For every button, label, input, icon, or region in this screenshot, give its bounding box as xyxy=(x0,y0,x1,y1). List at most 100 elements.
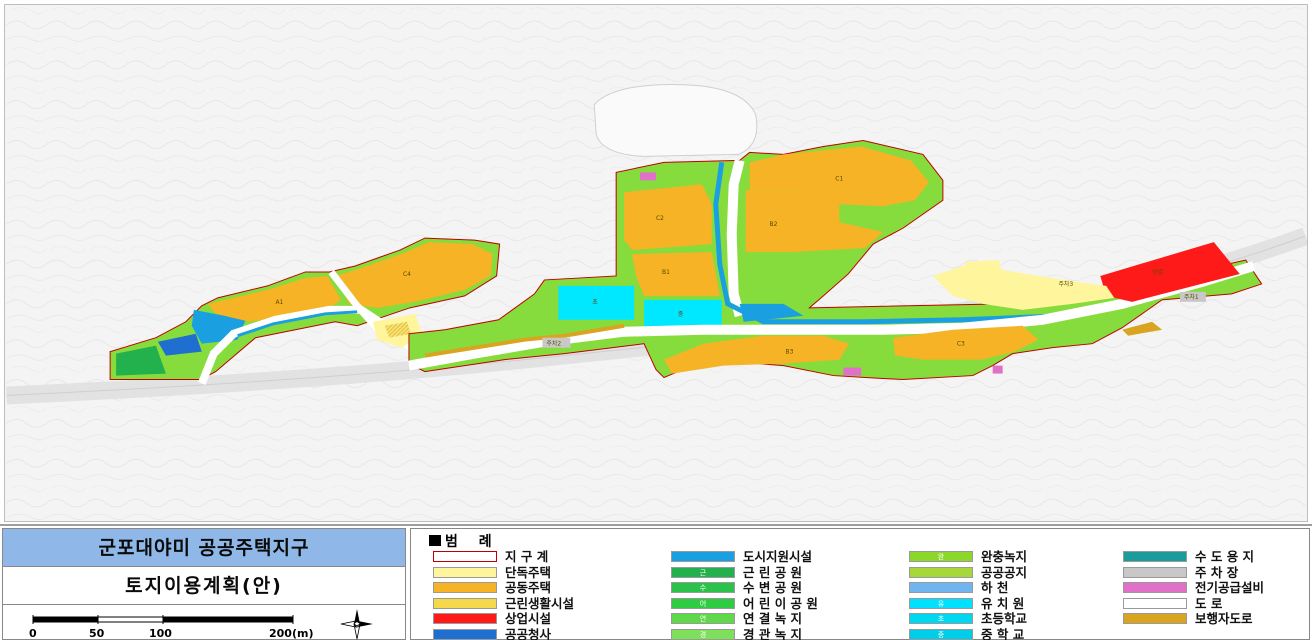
legend-swatch xyxy=(433,628,497,640)
legend-label: 수 변 공 원 xyxy=(743,580,803,596)
legend-label: 주 차 장 xyxy=(1195,564,1239,580)
legend-label: 도시지원시설 xyxy=(743,549,813,564)
legend-item: 하 천 xyxy=(909,580,1109,596)
legend-item: 중중 학 교 xyxy=(909,627,1109,640)
legend: 범 례 지 구 계 단독주택 공동주택 근린생활시설 상업시설 공공청사 도시지원시설 근 근 … xyxy=(410,528,1310,640)
scale-bar-area: 0 50 100 200(m) xyxy=(3,605,405,640)
legend-swatch xyxy=(433,597,497,609)
legend-swatch xyxy=(433,566,497,578)
parcel-C2 xyxy=(624,184,712,251)
legend-label: 초등학교 xyxy=(981,611,1028,627)
legend-swatch: 완 xyxy=(909,551,973,562)
reservoir xyxy=(593,84,758,157)
legend-label: 상업시설 xyxy=(505,611,552,627)
north-arrow-icon xyxy=(340,609,373,640)
legend-item: 근근 린 공 원 xyxy=(671,565,871,581)
legend-label: 지 구 계 xyxy=(505,549,549,564)
legend-item: 단독주택 xyxy=(433,565,633,581)
legend-item: 도 로 xyxy=(1123,596,1312,612)
legend-label: 연 결 녹 지 xyxy=(743,611,803,627)
legend-swatch: 수 xyxy=(671,582,735,594)
legend-swatch xyxy=(1123,566,1187,578)
parcel-B1 xyxy=(632,252,720,296)
legend-label: 보행자도로 xyxy=(1195,611,1253,627)
legend-item: 수 도 용 지 xyxy=(1123,549,1312,565)
label-elementary: 초 xyxy=(592,299,598,306)
legend-item: 연연 결 녹 지 xyxy=(671,611,871,627)
label-B1: B1 xyxy=(662,269,670,276)
legend-label: 경 관 녹 지 xyxy=(743,626,803,640)
land-use-map[interactable]: A1 C4 C2 B1 B2 C1 B3 C3 초 중 상업 주차1 주차2 주… xyxy=(4,4,1308,522)
legend-swatch: 중 xyxy=(909,628,973,640)
legend-item: 공동주택 xyxy=(433,580,633,596)
legend-swatch xyxy=(433,551,497,562)
legend-label: 어 린 이 공 원 xyxy=(743,595,818,611)
legend-heading-text: 범 례 xyxy=(445,534,500,550)
legend-swatch xyxy=(1123,613,1187,625)
legend-item: 상업시설 xyxy=(433,611,633,627)
legend-swatch xyxy=(1123,597,1187,609)
legend-label: 공공공지 xyxy=(981,564,1028,580)
legend-label: 공동주택 xyxy=(505,580,552,596)
legend-label: 수 도 용 지 xyxy=(1195,549,1255,564)
legend-item: 보행자도로 xyxy=(1123,611,1312,627)
legend-item: 수수 변 공 원 xyxy=(671,580,871,596)
label-B3: B3 xyxy=(785,349,793,356)
legend-swatch: 연 xyxy=(671,613,735,625)
label-C4: C4 xyxy=(403,271,411,278)
scale-label-100: 100 xyxy=(149,627,172,640)
label-A1: A1 xyxy=(275,299,283,306)
legend-item: 초 초등학교 xyxy=(909,611,1109,627)
legend-swatch: 초 xyxy=(909,613,973,625)
title-block: 군포대야미 공공주택지구 토지이용계획(안) 0 50 100 200(m) xyxy=(2,528,406,640)
legend-item: 공공청사 xyxy=(433,627,633,640)
legend-label: 유 치 원 xyxy=(981,595,1025,611)
map-canvas: A1 C4 C2 B1 B2 C1 B3 C3 초 중 상업 주차1 주차2 주… xyxy=(6,5,1307,521)
label-C3: C3 xyxy=(957,341,965,348)
legend-column-1: 지 구 계 단독주택 공동주택 근린생활시설 상업시설 공공청사 xyxy=(433,549,633,640)
legend-item: 도시지원시설 xyxy=(671,549,871,565)
legend-swatch xyxy=(1123,551,1187,562)
legend-column-4: 수 도 용 지주 차 장 전기공급설비 도 로 보행자도로 xyxy=(1123,549,1312,627)
label-parking1: 주차1 xyxy=(1184,293,1199,301)
legend-swatch xyxy=(433,613,497,625)
legend-swatch: 경 xyxy=(671,628,735,640)
legend-swatch xyxy=(909,582,973,594)
legend-column-2: 도시지원시설 근 근 린 공 원수 수 변 공 원어 어 린 이 공 원연 연 결 녹 지… xyxy=(671,549,871,640)
legend-item: 어어 린 이 공 원 xyxy=(671,596,871,612)
legend-swatch xyxy=(909,566,973,578)
legend-column-3: 완 완충녹지 공공공지 하 천유 유 치 원초 초등학교중 중 학 교 xyxy=(909,549,1109,640)
scale-label-50: 50 xyxy=(89,627,105,640)
plan-title: 토지이용계획(안) xyxy=(3,567,405,605)
legend-swatch xyxy=(433,582,497,594)
legend-label: 완충녹지 xyxy=(981,549,1028,564)
legend-swatch: 어 xyxy=(671,597,735,609)
legend-swatch xyxy=(1123,582,1187,594)
legend-swatch xyxy=(671,551,735,562)
legend-label: 근 린 공 원 xyxy=(743,564,803,580)
scale-label-0: 0 xyxy=(29,627,37,640)
label-parking3: 주차3 xyxy=(1058,280,1073,288)
legend-item: 유유 치 원 xyxy=(909,596,1109,612)
legend-label: 전기공급설비 xyxy=(1195,580,1265,596)
label-commercial: 상업 xyxy=(1152,268,1163,276)
legend-label: 단독주택 xyxy=(505,564,552,580)
legend-label: 근린생활시설 xyxy=(505,595,575,611)
legend-square-icon xyxy=(429,535,441,546)
bottom-panel: 군포대야미 공공주택지구 토지이용계획(안) 0 50 100 200(m) 범… xyxy=(0,524,1312,640)
legend-label: 하 천 xyxy=(981,580,1009,596)
legend-item: 주 차 장 xyxy=(1123,565,1312,581)
legend-label: 공공청사 xyxy=(505,626,552,640)
label-parking2: 주차2 xyxy=(546,340,561,348)
legend-label: 도 로 xyxy=(1195,595,1223,611)
label-C2: C2 xyxy=(656,215,664,222)
label-C1: C1 xyxy=(835,175,843,182)
legend-item: 경경 관 녹 지 xyxy=(671,627,871,640)
legend-item: 완 완충녹지 xyxy=(909,549,1109,565)
legend-item: 근린생활시설 xyxy=(433,596,633,612)
legend-item: 공공공지 xyxy=(909,565,1109,581)
legend-label: 중 학 교 xyxy=(981,626,1025,640)
label-middle: 중 xyxy=(678,311,684,318)
label-B2: B2 xyxy=(770,221,778,228)
legend-swatch: 유 xyxy=(909,597,973,609)
